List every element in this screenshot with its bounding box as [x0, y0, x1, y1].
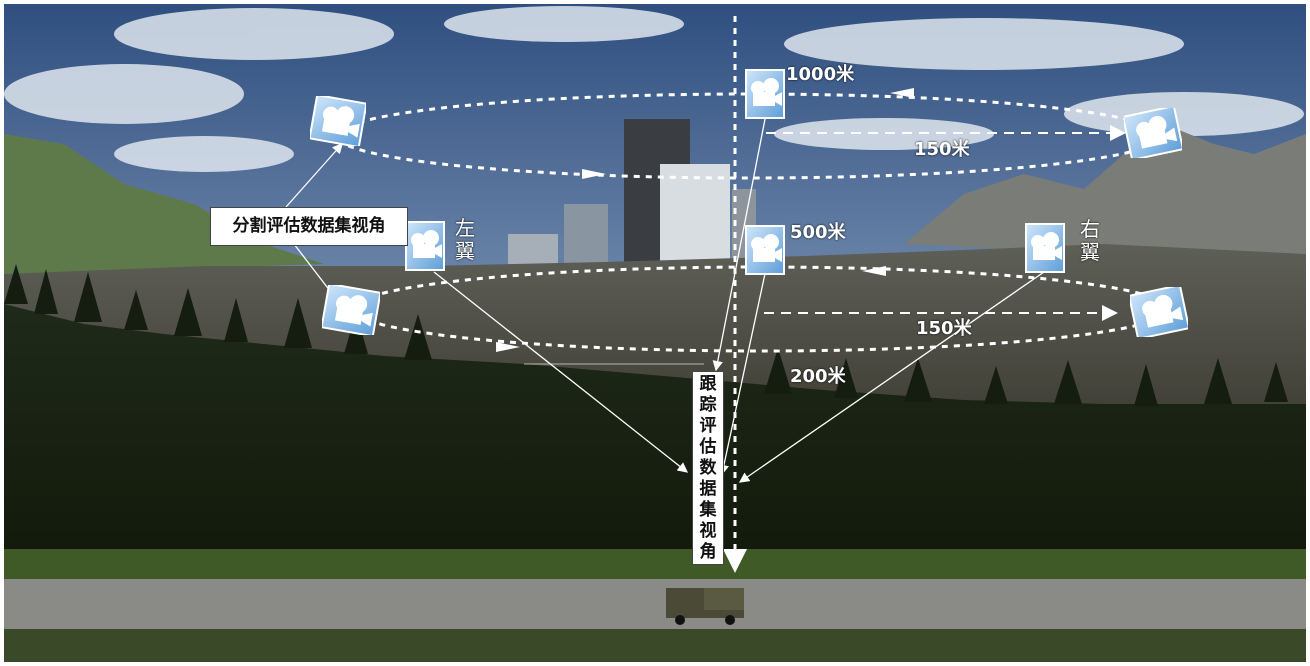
road-shoulder	[4, 629, 1306, 662]
tracking-view-label: 跟踪评估数据集视角	[692, 371, 724, 565]
radius-lower-label: 150米	[916, 318, 972, 339]
road	[4, 579, 1306, 629]
scene: 1000米 500米 200米 150米 150米 左翼 右翼 分割评估数据集视…	[4, 4, 1306, 662]
altitude-200-label: 200米	[790, 366, 846, 387]
right-wing-label: 右翼	[1080, 217, 1100, 264]
altitude-500-label: 500米	[790, 222, 846, 243]
left-wing-label: 左翼	[455, 216, 475, 263]
radius-upper-label: 150米	[914, 139, 970, 160]
grass-strip	[4, 549, 1306, 584]
scene-canvas	[4, 4, 1306, 662]
segmentation-view-label: 分割评估数据集视角	[210, 207, 408, 246]
altitude-1000-label: 1000米	[786, 64, 855, 85]
